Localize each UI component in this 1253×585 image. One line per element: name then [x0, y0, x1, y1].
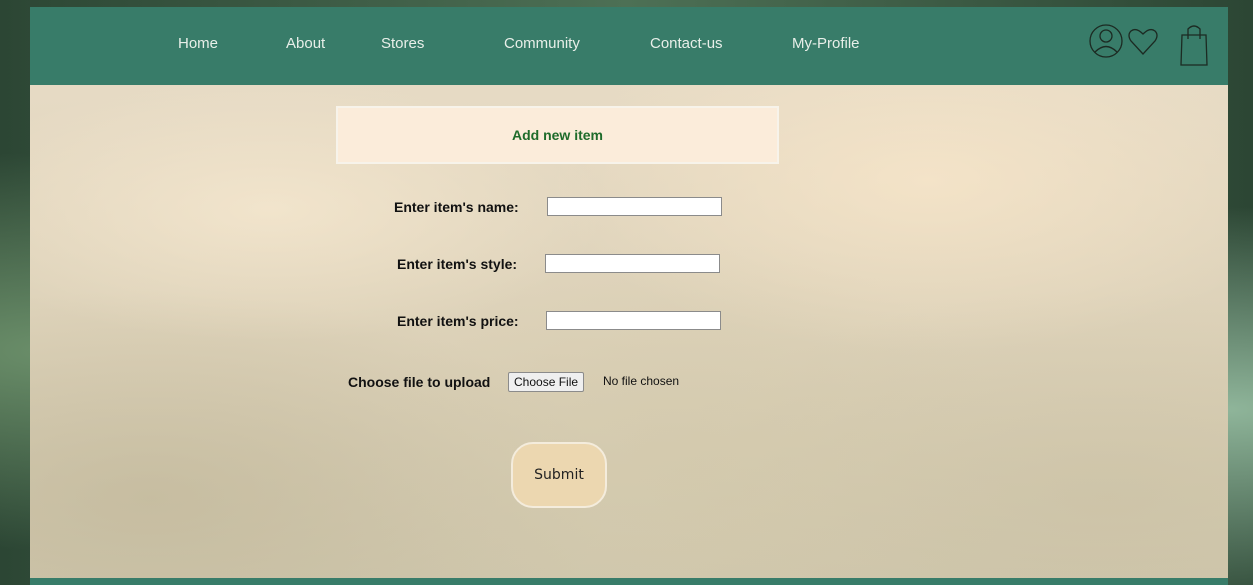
- choose-file-button[interactable]: Choose File: [508, 372, 585, 392]
- submit-button-label: Submit: [534, 467, 584, 483]
- shopping-bag-icon[interactable]: [1178, 21, 1210, 72]
- submit-button[interactable]: Submit: [511, 442, 607, 508]
- nav-my-profile[interactable]: My-Profile: [792, 35, 860, 52]
- item-name-label: Enter item's name:: [394, 199, 519, 215]
- item-style-input[interactable]: [545, 254, 720, 273]
- item-name-input[interactable]: [547, 197, 722, 216]
- nav-contact-us[interactable]: Contact-us: [650, 35, 723, 52]
- item-price-label: Enter item's price:: [397, 313, 519, 329]
- nav-about[interactable]: About: [286, 35, 325, 52]
- top-navbar: Home About Stores Community Contact-us M…: [30, 7, 1228, 85]
- footer-bar: [30, 578, 1228, 585]
- file-upload-label: Choose file to upload: [348, 374, 491, 390]
- nav-stores[interactable]: Stores: [381, 35, 424, 52]
- page-frame: Home About Stores Community Contact-us M…: [30, 7, 1228, 585]
- user-icon[interactable]: [1088, 21, 1124, 66]
- file-status-text: No file chosen: [603, 374, 680, 388]
- form-heading-banner: Add new item: [336, 106, 779, 164]
- form-heading: Add new item: [511, 127, 603, 143]
- item-price-input[interactable]: [546, 311, 721, 330]
- item-style-label: Enter item's style:: [397, 256, 518, 272]
- nav-community[interactable]: Community: [504, 35, 580, 52]
- heart-icon[interactable]: [1127, 21, 1159, 66]
- nav-home[interactable]: Home: [178, 35, 218, 52]
